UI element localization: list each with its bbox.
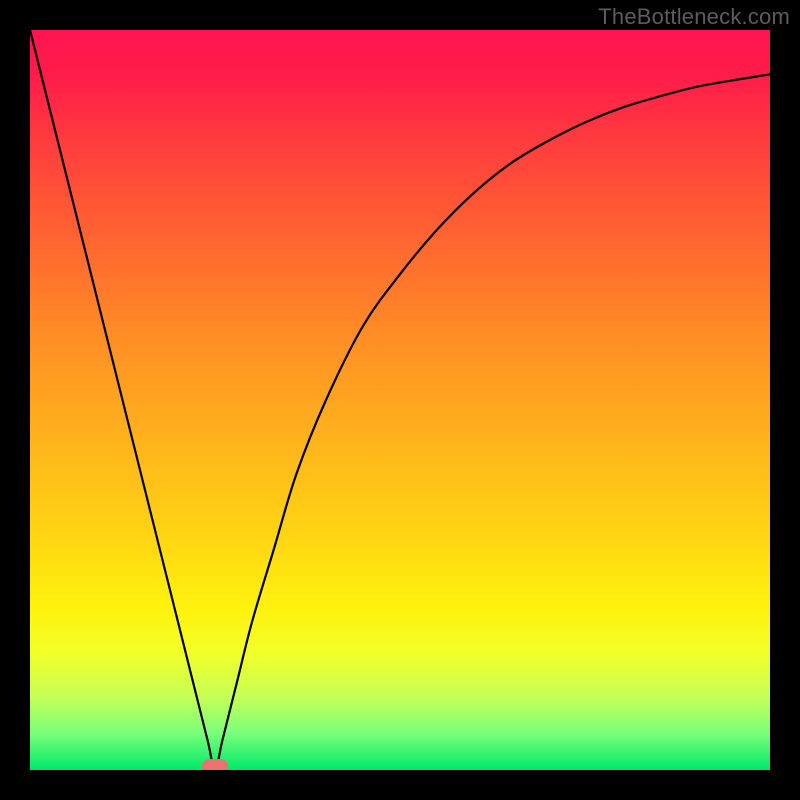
plot-area xyxy=(30,30,770,770)
minimum-marker xyxy=(202,759,228,770)
watermark-text: TheBottleneck.com xyxy=(598,4,790,30)
curve-svg xyxy=(30,30,770,770)
bottleneck-curve xyxy=(30,30,770,770)
chart-frame: TheBottleneck.com xyxy=(0,0,800,800)
